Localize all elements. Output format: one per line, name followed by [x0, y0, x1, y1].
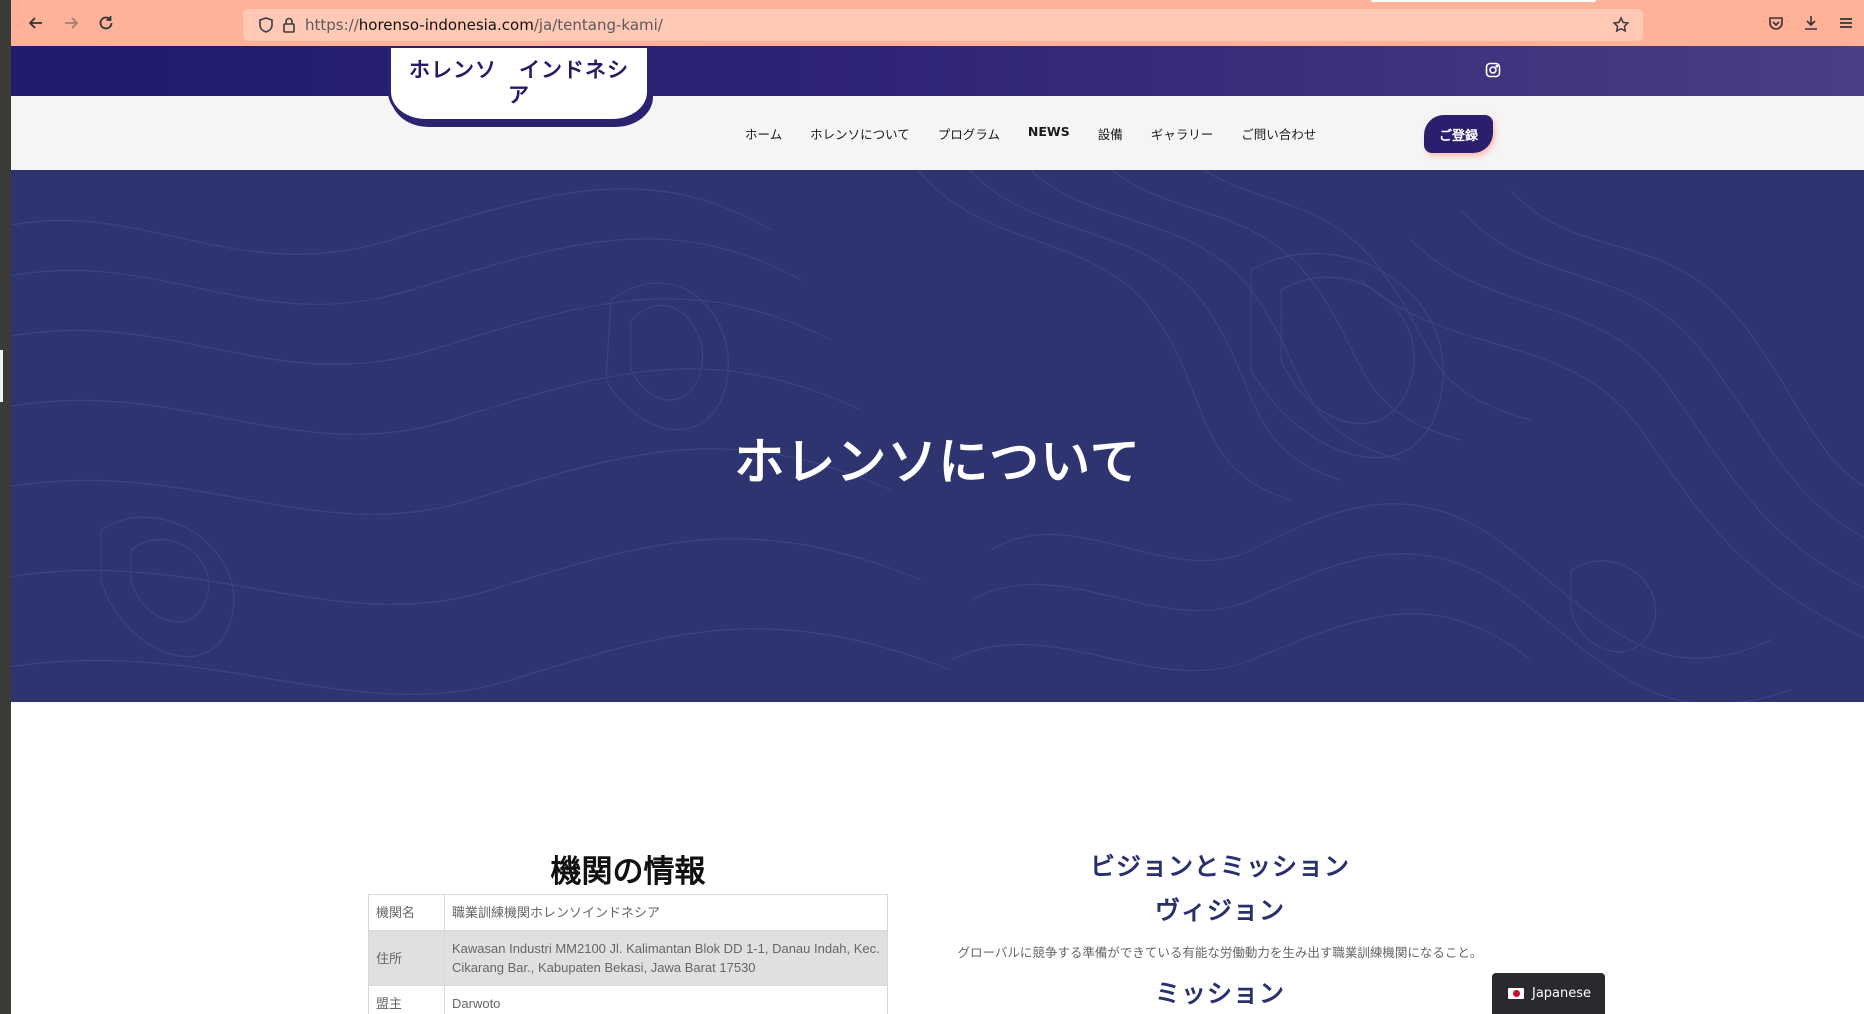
- browser-toolbar: https://horenso-indonesia.com/ja/tentang…: [11, 0, 1864, 46]
- institution-info-table: 機関名 職業訓練機関ホレンソインドネシア 住所 Kawasan Industri…: [368, 894, 888, 1014]
- nav-item-facilities[interactable]: 設備: [1098, 124, 1123, 143]
- vision-text: グローバルに競争する準備ができている有能な労働動力を生み出す職業訓練機関になるこ…: [957, 945, 1483, 960]
- page-title: ホレンソについて: [734, 433, 1141, 491]
- vision-heading: ヴィジョン: [1154, 896, 1285, 925]
- tab-edge: [1371, 0, 1596, 2]
- nav-item-news[interactable]: NEWS: [1028, 124, 1070, 143]
- lock-icon[interactable]: [280, 16, 298, 34]
- nav-item-gallery[interactable]: ギャラリー: [1151, 124, 1214, 143]
- forward-arrow-icon[interactable]: [58, 10, 84, 36]
- main-navigation: ホーム ホレンソについて プログラム NEWS 設備 ギャラリー ご問い合わせ: [745, 124, 1344, 143]
- url-path: /ja/tentang-kami/: [533, 16, 663, 34]
- desktop-edge: [0, 0, 11, 1014]
- nav-item-about[interactable]: ホレンソについて: [810, 124, 910, 143]
- info-key: 盟主: [368, 985, 445, 1014]
- japan-flag-icon: [1508, 988, 1524, 999]
- logo-text: ホレンソ インドネシア: [409, 58, 629, 107]
- info-key: 住所: [368, 930, 445, 986]
- nav-item-program[interactable]: プログラム: [938, 124, 1000, 143]
- site-logo[interactable]: ホレンソ インドネシア: [388, 48, 650, 122]
- site-nav-bar: ホーム ホレンソについて プログラム NEWS 設備 ギャラリー ご問い合わせ …: [11, 96, 1864, 170]
- tracking-shield-icon[interactable]: [257, 16, 275, 34]
- info-value: Darwoto: [444, 985, 888, 1014]
- institution-info-heading: 機関の情報: [550, 854, 706, 890]
- nav-item-home[interactable]: ホーム: [745, 124, 782, 143]
- pocket-icon[interactable]: [1763, 10, 1789, 36]
- address-bar[interactable]: https://horenso-indonesia.com/ja/tentang…: [243, 9, 1643, 41]
- url-scheme: https://: [305, 16, 359, 34]
- reload-icon[interactable]: [93, 10, 119, 36]
- table-row: 盟主 Darwoto: [368, 985, 888, 1014]
- table-row: 機関名 職業訓練機関ホレンソインドネシア: [368, 894, 888, 931]
- hero-banner: ホレンソについて: [11, 170, 1864, 702]
- mission-heading: ミッション: [1154, 979, 1285, 1008]
- url-text[interactable]: https://horenso-indonesia.com/ja/tentang…: [305, 16, 663, 34]
- register-button[interactable]: ご登録: [1424, 115, 1493, 153]
- vision-mission-heading: ビジョンとミッション: [1089, 852, 1350, 881]
- site-top-bar: [11, 46, 1864, 96]
- star-icon[interactable]: [1612, 16, 1630, 34]
- language-switcher[interactable]: Japanese: [1492, 973, 1605, 1014]
- instagram-icon[interactable]: [1485, 62, 1501, 78]
- info-value: 職業訓練機関ホレンソインドネシア: [444, 894, 888, 931]
- info-value: Kawasan Industri MM2100 Jl. Kalimantan B…: [444, 930, 888, 986]
- language-label: Japanese: [1532, 986, 1592, 1001]
- download-icon[interactable]: [1798, 10, 1824, 36]
- desktop-edge-marker: [0, 350, 3, 402]
- nav-item-contact[interactable]: ご問い合わせ: [1241, 124, 1316, 143]
- url-host: horenso-indonesia.com: [358, 16, 534, 34]
- table-row: 住所 Kawasan Industri MM2100 Jl. Kalimanta…: [368, 930, 888, 986]
- info-key: 機関名: [368, 894, 445, 931]
- hamburger-menu-icon[interactable]: [1833, 10, 1859, 36]
- back-arrow-icon[interactable]: [23, 10, 49, 36]
